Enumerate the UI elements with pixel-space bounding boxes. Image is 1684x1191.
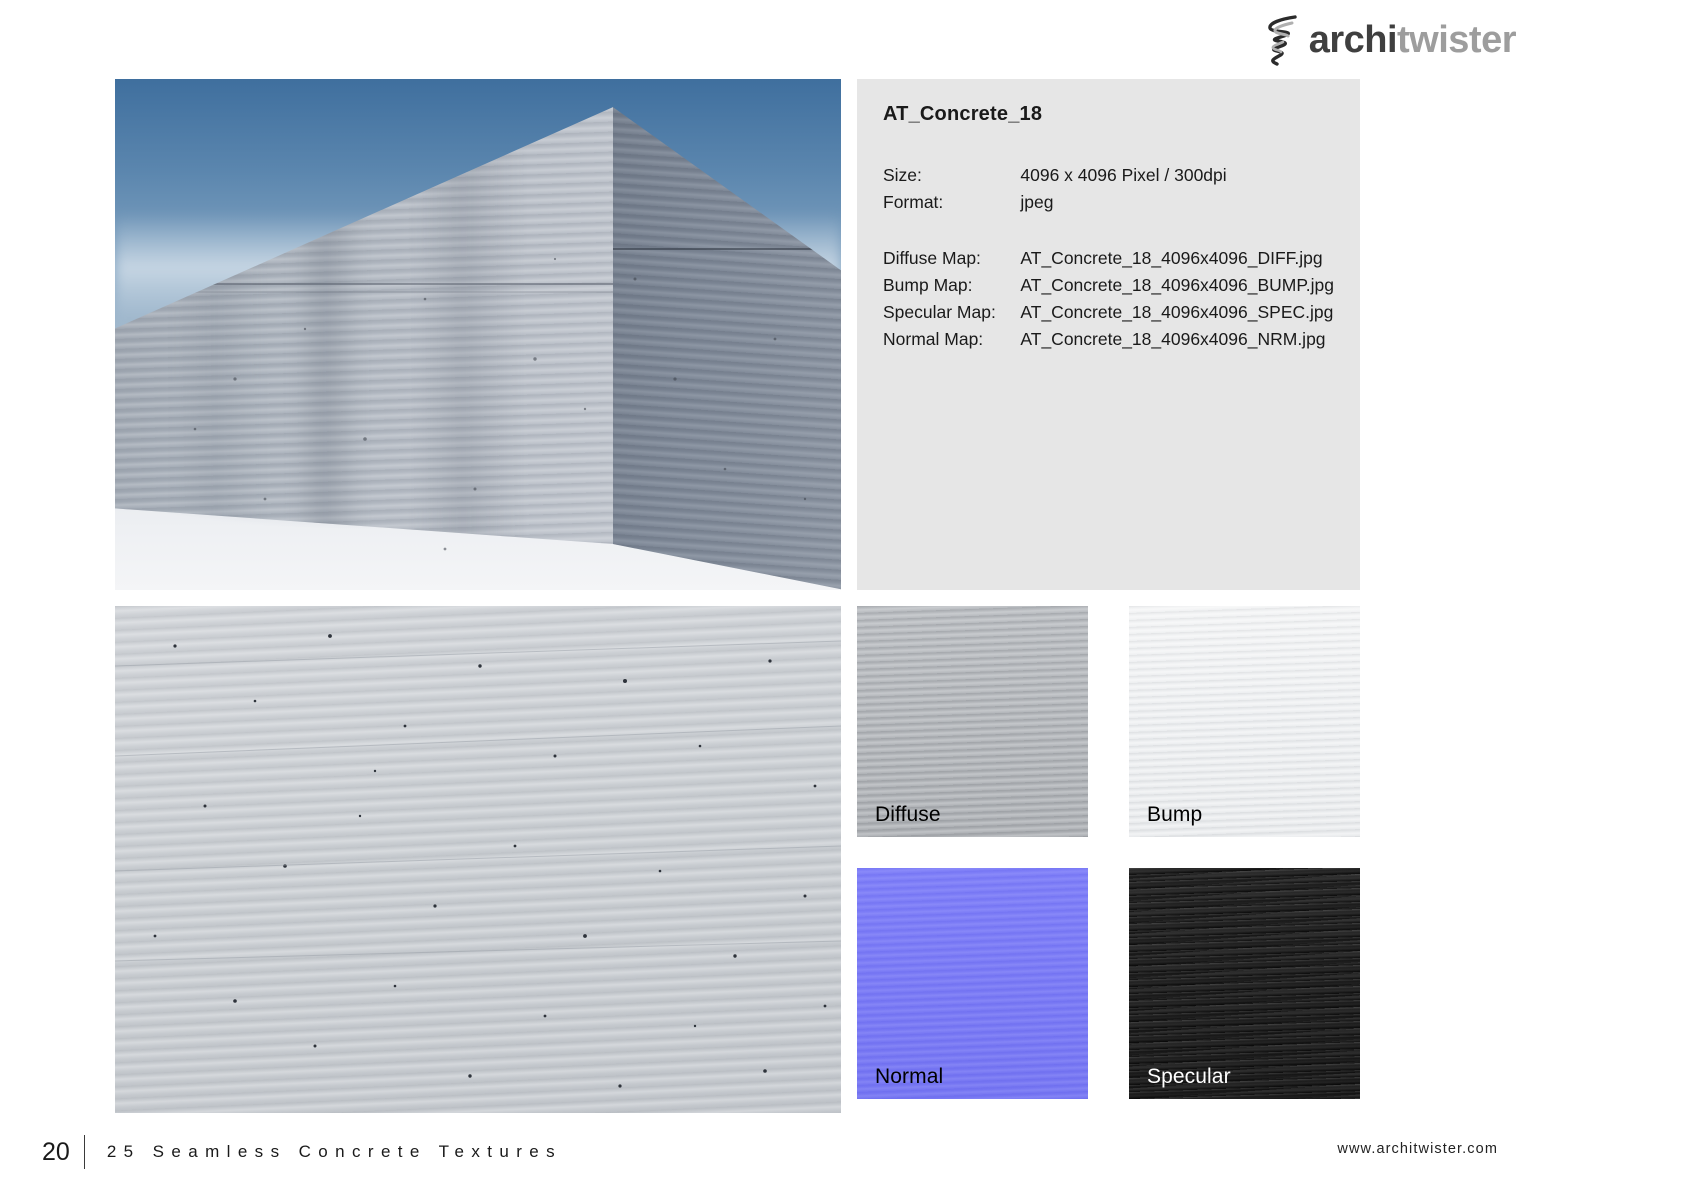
logo-word-twister: twister — [1397, 19, 1516, 61]
map-key-normal: Normal Map: — [883, 329, 984, 350]
texture-title: AT_Concrete_18 — [883, 103, 1043, 125]
page-footer: 20 25 Seamless Concrete Textures www.arc… — [0, 1113, 1684, 1191]
footer-website-url[interactable]: www.architwister.com — [1337, 1141, 1498, 1157]
content-sheet: AT_Concrete_18 Size: 4096 x 4096 Pixel /… — [115, 79, 1360, 1113]
map-file-specular: AT_Concrete_18_4096x4096_SPEC.jpg — [1020, 302, 1334, 323]
table-row: Specular Map: AT_Concrete_18_4096x4096_S… — [883, 299, 1334, 326]
footer-left-group: 20 25 Seamless Concrete Textures — [42, 1135, 562, 1169]
diffuse-map-label: Diffuse — [875, 803, 941, 826]
diffuse-map-swatch[interactable]: Diffuse — [857, 606, 1088, 837]
map-file-normal: AT_Concrete_18_4096x4096_NRM.jpg — [1020, 329, 1326, 350]
page-number: 20 — [42, 1137, 70, 1166]
specular-map-swatch[interactable]: Specular — [1129, 868, 1360, 1099]
normal-map-label: Normal — [875, 1065, 944, 1088]
table-row: Bump Map: AT_Concrete_18_4096x4096_BUMP.… — [883, 272, 1334, 299]
page-header: architwister — [0, 0, 1684, 72]
specular-map-label: Specular — [1147, 1065, 1231, 1088]
map-file-diffuse: AT_Concrete_18_4096x4096_DIFF.jpg — [1020, 248, 1323, 269]
texture-spec-table: Size: 4096 x 4096 Pixel / 300dpi Format:… — [883, 162, 1334, 353]
map-key-diffuse: Diffuse Map: — [883, 248, 981, 269]
map-key-specular: Specular Map: — [883, 302, 996, 323]
map-key-bump: Bump Map: — [883, 275, 973, 296]
table-row: Size: 4096 x 4096 Pixel / 300dpi — [883, 162, 1334, 189]
spec-key-format: Format: — [883, 192, 944, 213]
bump-map-label: Bump — [1147, 803, 1203, 826]
bump-map-swatch[interactable]: Bump — [1129, 606, 1360, 837]
hero-render-image — [115, 79, 841, 590]
footer-collection-title: 25 Seamless Concrete Textures — [106, 1142, 563, 1161]
concrete-surface — [115, 606, 841, 1113]
spec-key-size: Size: — [883, 165, 922, 185]
texture-info-panel: AT_Concrete_18 Size: 4096 x 4096 Pixel /… — [857, 79, 1360, 590]
spec-value-format: jpeg — [1020, 192, 1054, 213]
logo-wordmark: architwister — [1308, 19, 1517, 61]
table-spacer-row — [883, 216, 1334, 245]
normal-map-swatch[interactable]: Normal — [857, 868, 1088, 1099]
map-file-bump: AT_Concrete_18_4096x4096_BUMP.jpg — [1020, 275, 1334, 296]
architwister-logo[interactable]: architwister — [1261, 14, 1516, 66]
logo-word-archi: archi — [1308, 19, 1398, 61]
table-row: Format: jpeg — [883, 189, 1334, 216]
spec-value-size: 4096 x 4096 Pixel / 300dpi — [1020, 165, 1227, 185]
twister-spiral-icon — [1267, 15, 1297, 66]
table-row: Diffuse Map: AT_Concrete_18_4096x4096_DI… — [883, 245, 1334, 272]
table-row: Normal Map: AT_Concrete_18_4096x4096_NRM… — [883, 326, 1334, 353]
detail-texture-image — [115, 606, 841, 1113]
